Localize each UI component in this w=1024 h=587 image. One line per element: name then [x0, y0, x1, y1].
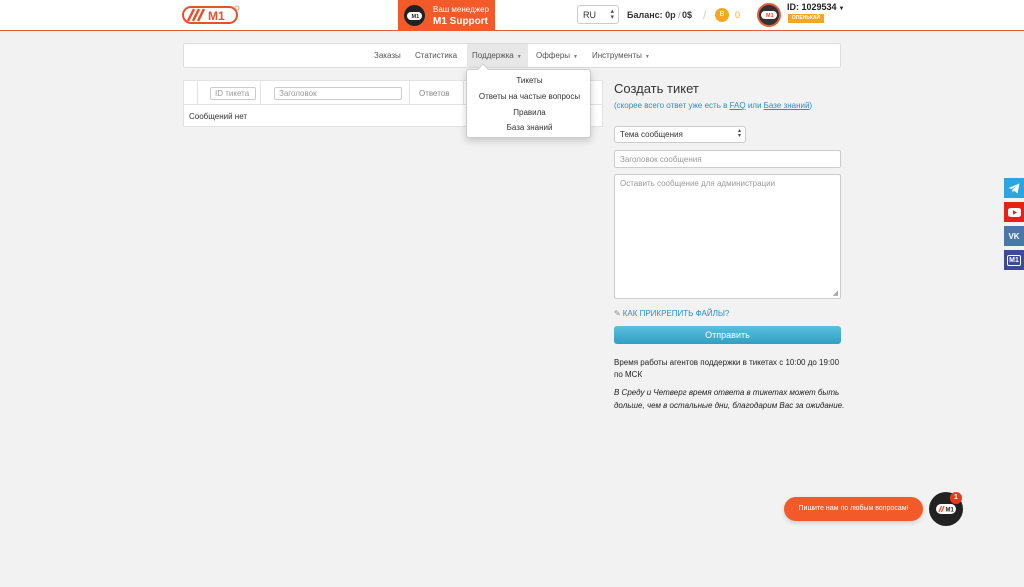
- telegram-link[interactable]: [1004, 178, 1024, 198]
- caret-down-icon: ▼: [573, 54, 578, 60]
- youtube-icon: [1007, 207, 1021, 217]
- support-hours-text: Время работы агентов поддержки в тикетах…: [614, 358, 840, 379]
- paperclip-icon: ✎: [614, 309, 621, 318]
- nav-item-label: Офферы: [536, 51, 571, 60]
- m1-chat-icon: M1: [1007, 254, 1021, 266]
- m1-community-link[interactable]: M1: [1004, 250, 1024, 270]
- updown-caret-icon: ▴ ▾: [610, 8, 614, 21]
- hint-prefix: (скорее всего ответ уже есть в: [614, 101, 728, 110]
- message-placeholder: Оставить сообщение для администрации: [620, 179, 776, 188]
- status-badge: ОПЕНЬКАЙ: [788, 14, 824, 23]
- balance-rub: Баланс: 0р: [627, 10, 676, 20]
- main-nav: Заказы Статистика Поддержка ▼ Офферы ▼ Инс…: [183, 43, 841, 68]
- ticket-title-filter[interactable]: Заголовок: [274, 87, 402, 100]
- nav-item-orders[interactable]: Заказы: [374, 44, 401, 67]
- nav-item-label: Поддержка: [472, 51, 514, 60]
- m1-logo[interactable]: M1: [182, 5, 240, 25]
- ticket-id-filter[interactable]: ID тикета: [210, 87, 256, 100]
- caret-down-icon: ▼: [516, 54, 522, 60]
- nav-item-support[interactable]: Поддержка ▼: [467, 44, 528, 67]
- language-select[interactable]: RU ▴ ▾: [577, 5, 619, 24]
- chevron-down-icon: ▼: [838, 6, 845, 12]
- balance: Баланс: 0р / 0$: [627, 10, 692, 20]
- submit-button[interactable]: Отправить: [614, 326, 841, 344]
- nav-item-tools[interactable]: Инструменты ▼: [592, 44, 650, 67]
- language-value: RU: [583, 10, 596, 20]
- user-avatar[interactable]: M1: [757, 3, 781, 27]
- telegram-icon: [1008, 183, 1020, 193]
- menu-item-faq[interactable]: Ответы на частые вопросы: [467, 92, 592, 101]
- support-dropdown-menu: Тикеты Ответы на частые вопросы Правила …: [466, 63, 592, 138]
- manager-label: Ваш менеджер: [433, 5, 489, 14]
- menu-item-knowledge-base[interactable]: База знаний: [467, 123, 592, 132]
- manager-avatar: M1: [404, 5, 425, 26]
- hint-or: или: [747, 101, 762, 110]
- topic-select[interactable]: Тема сообщения ▴ ▾: [614, 126, 746, 143]
- column-divider: [409, 81, 410, 105]
- hint-suffix: ): [809, 101, 813, 110]
- nav-item-label: Статистика: [415, 51, 458, 60]
- svg-text:M1: M1: [766, 13, 774, 19]
- nav-item-statistics[interactable]: Статистика: [415, 44, 457, 67]
- vk-icon: VK: [1008, 231, 1020, 241]
- user-id-menu[interactable]: ID: 1029534 ▼: [787, 2, 845, 12]
- column-divider: [463, 81, 464, 105]
- divider: /: [703, 8, 707, 22]
- menu-item-rules[interactable]: Правила: [467, 108, 592, 117]
- vk-link[interactable]: VK: [1004, 226, 1024, 246]
- logo-text: M1: [208, 9, 225, 23]
- youtube-link[interactable]: [1004, 202, 1024, 222]
- top-bar: M1 M1 Ваш менеджер M1 Support RU ▴ ▾ Бала…: [0, 0, 1024, 31]
- nav-item-offers[interactable]: Офферы ▼: [536, 44, 578, 67]
- subject-input[interactable]: Заголовок сообщения: [614, 150, 841, 168]
- knowledge-base-link[interactable]: Базе знаний: [764, 101, 810, 110]
- attach-files-link[interactable]: ✎ КАК ПРИКРЕПИТЬ ФАЙЛЫ?: [614, 309, 729, 318]
- nav-item-label: Инструменты: [592, 51, 642, 60]
- faq-link[interactable]: FAQ: [730, 101, 746, 110]
- response-time-note: В Среду и Четверг время ответа в тикетах…: [614, 388, 845, 410]
- m1-chat-logo-icon: M1: [936, 504, 956, 514]
- coin-icon: B: [715, 8, 729, 22]
- svg-text:M1: M1: [946, 508, 955, 514]
- nav-item-label: Заказы: [374, 51, 401, 60]
- faq-hint: (скорее всего ответ уже есть в FAQ или Б…: [614, 101, 812, 110]
- column-answers: Ответов: [419, 89, 450, 98]
- m1-badge-icon: M1: [407, 11, 422, 20]
- empty-message: Сообщений нет: [189, 112, 248, 121]
- message-textarea[interactable]: Оставить сообщение для администрации ◢: [614, 174, 841, 299]
- menu-item-tickets[interactable]: Тикеты: [467, 76, 592, 85]
- balance-separator: /: [678, 10, 681, 20]
- attach-files-label: КАК ПРИКРЕПИТЬ ФАЙЛЫ?: [622, 309, 730, 318]
- m1-avatar-icon: M1: [761, 11, 777, 19]
- page-title: Создать тикет: [614, 81, 699, 96]
- unread-count-badge: 1: [950, 492, 962, 504]
- svg-text:M1: M1: [412, 14, 420, 20]
- column-divider: [197, 81, 198, 105]
- column-divider: [260, 81, 261, 105]
- updown-caret-icon: ▴ ▾: [737, 128, 741, 139]
- resize-grip-icon[interactable]: ◢: [833, 289, 838, 297]
- manager-panel[interactable]: M1 Ваш менеджер M1 Support: [398, 0, 495, 31]
- manager-name: M1 Support: [433, 16, 488, 27]
- chat-prompt[interactable]: Пишите нам по любым вопросам!: [784, 497, 923, 521]
- coin-balance: 0: [735, 10, 741, 20]
- topic-select-value: Тема сообщения: [620, 130, 683, 139]
- user-id: ID: 1029534: [787, 2, 837, 12]
- caret-down-icon: ▼: [644, 54, 650, 60]
- balance-usd: 0$: [682, 10, 693, 20]
